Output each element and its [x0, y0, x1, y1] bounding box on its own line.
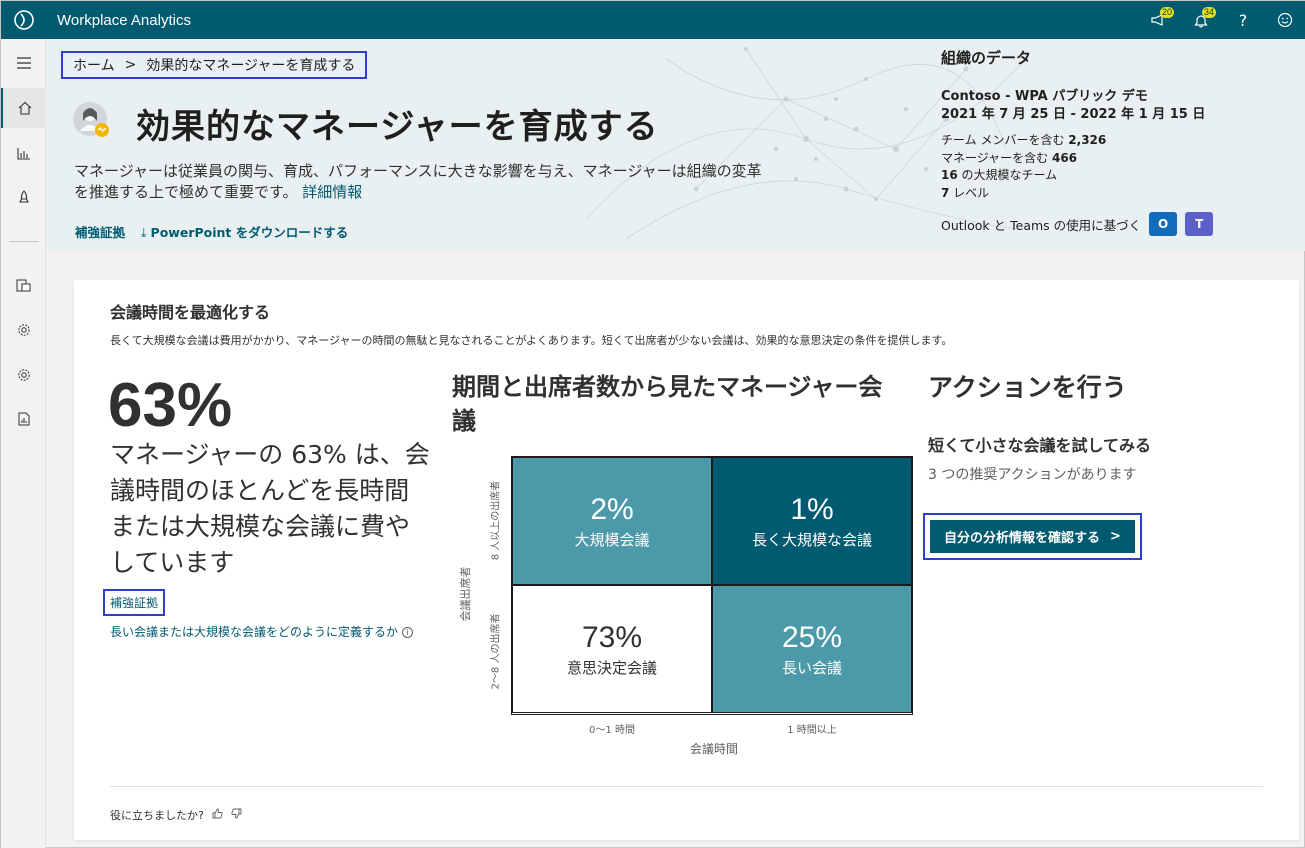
headline-percentage: 63% [108, 371, 233, 440]
org-stat-large-teams-label: の大規模なチーム [957, 168, 1058, 182]
matrix-title: 期間と出席者数から見たマネージャー会議 [452, 373, 883, 435]
view-insights-label: 自分の分析情報を確認する [944, 531, 1101, 546]
action-subtitle: 短くて小さな会議を試してみる [928, 436, 1152, 455]
cell-percentage: 25% [781, 620, 843, 654]
home-icon[interactable] [1, 88, 46, 128]
left-rail [1, 39, 46, 848]
learn-more-link[interactable]: 詳細情報 [302, 183, 362, 201]
teams-icon: T [1185, 212, 1214, 236]
org-stat-team-members-value: 2,326 [1068, 133, 1107, 147]
org-data-source: Outlook と Teams の使用に基づく O T [941, 212, 1281, 236]
y-tick-small: 2～8 人の出席者 [490, 613, 502, 690]
megaphone-icon[interactable]: 20 [1138, 1, 1180, 39]
download-powerpoint-link[interactable]: ⤓ PowerPoint をダウンロードする [141, 222, 348, 241]
org-name: Contoso - WPA パブリック デモ [941, 89, 1148, 104]
org-stat-team-members-label: チーム メンバーを含む [941, 133, 1069, 147]
org-stat-managers-value: 466 [1051, 150, 1078, 165]
org-date-range: 2021 年 7 月 25 日 - 2022 年 1 月 15 日 [941, 107, 1206, 122]
headline-text: マネージャーの 63% は、会議時間のほとんどを長時間または大規模な会議に費やし… [110, 440, 430, 577]
meeting-matrix: 2% 大規模会議 1% 長く大規模な会議 73% 意思決定会議 25% 長い会議 [511, 456, 913, 715]
help-glyph: ? [1238, 10, 1248, 30]
breadcrumb-separator: > [124, 57, 137, 73]
definition-link-text: 長い会議または大規模な会議をどのように定義するか [110, 625, 399, 639]
settings-icon[interactable] [1, 355, 46, 395]
app-title: Workplace Analytics [57, 11, 191, 29]
manager-avatar-icon [73, 102, 109, 137]
info-icon[interactable]: i [402, 627, 414, 638]
x-tick-short: 0～1 時間 [589, 725, 635, 736]
x-axis-title: 会議時間 [689, 742, 738, 756]
matrix-cell-decision: 73% 意思決定会議 [512, 585, 712, 713]
card-divider [110, 786, 1263, 787]
supporting-evidence-link[interactable]: 補強証拠 [75, 222, 125, 241]
notification-badge: 34 [1202, 7, 1217, 18]
action-count: 3 つの推奨アクションがあります [928, 467, 1137, 483]
cell-label: 長い会議 [781, 658, 842, 677]
app-logo-icon[interactable] [1, 1, 47, 39]
download-powerpoint-label: PowerPoint をダウンロードする [150, 225, 349, 240]
announcement-badge: 20 [1160, 7, 1175, 18]
matrix-cell-long: 25% 長い会議 [712, 585, 912, 713]
cell-percentage: 1% [790, 492, 834, 526]
matrix-cell-long-large: 1% 長く大規模な会議 [712, 457, 912, 585]
help-icon[interactable]: ? [1222, 1, 1264, 39]
cell-percentage: 2% [590, 492, 634, 526]
chart-icon[interactable] [1, 133, 46, 173]
action-title: アクションを行う [928, 373, 1127, 402]
data-icon[interactable] [1, 265, 46, 305]
org-data-panel: 組織のデータ Contoso - WPA パブリック デモ 2021 年 7 月… [941, 47, 1281, 236]
action-button-frame: 自分の分析情報を確認する > [923, 513, 1142, 560]
breadcrumb-home[interactable]: ホーム [73, 55, 115, 75]
insight-card: 会議時間を最適化する 長くて大規模な会議は費用がかかり、マネージャーの時間の無駄… [74, 280, 1299, 840]
thumbs-down-icon[interactable] [231, 808, 242, 822]
cell-label: 意思決定会議 [566, 658, 657, 677]
rocket-icon[interactable] [1, 177, 46, 217]
org-stat-large-teams-value: 16 [941, 168, 958, 182]
org-stat-team-members: チーム メンバーを含む 2,326 [941, 132, 1281, 150]
report-icon[interactable] [1, 399, 46, 439]
page-description-text: マネージャーは従業員の関与、育成、パフォーマンスに大きな影響を与え、マネージャー… [74, 162, 762, 201]
cell-label: 大規模会議 [574, 530, 650, 549]
org-stat-large-teams: 16 の大規模なチーム [941, 167, 1281, 185]
x-tick-long: 1 時間以上 [787, 725, 837, 736]
y-axis-title: 会議出席者 [459, 566, 472, 622]
page-title: 効果的なマネージャーを育成する [136, 107, 659, 147]
top-bar: Workplace Analytics 20 34 ? [1, 1, 1305, 39]
cell-label: 長く大規模な会議 [751, 530, 872, 549]
view-insights-button[interactable]: 自分の分析情報を確認する > [930, 520, 1135, 553]
gear-icon[interactable] [1, 310, 46, 350]
org-stat-managers-label: マネージャーを含む [941, 150, 1052, 165]
org-stat-levels: 7 レベル [941, 185, 1281, 203]
org-stat-levels-label: レベル [949, 185, 990, 200]
page-description: マネージャーは従業員の関与、育成、パフォーマンスに大きな影響を与え、マネージャー… [74, 161, 764, 203]
smiley-icon[interactable] [1264, 1, 1305, 39]
y-tick-large: 8 人以上の出席者 [490, 480, 502, 561]
breadcrumb-current: 効果的なマネージャーを育成する [146, 58, 356, 74]
org-data-source-text: Outlook と Teams の使用に基づく [941, 217, 1142, 233]
definition-link[interactable]: 長い会議または大規模な会議をどのように定義するか i [110, 623, 414, 640]
thumbs-up-icon[interactable] [212, 808, 223, 822]
chevron-right-icon: > [1110, 529, 1121, 544]
outlook-icon: O [1149, 212, 1178, 236]
feedback-label: 役に立ちましたか? [110, 809, 204, 822]
rail-divider [9, 241, 39, 242]
breadcrumb: ホーム > 効果的なマネージャーを育成する [61, 51, 368, 79]
bell-icon[interactable]: 34 [1180, 1, 1222, 39]
card-evidence-link[interactable]: 補強証拠 [103, 589, 166, 616]
matrix-cell-large: 2% 大規模会議 [512, 457, 712, 585]
org-data-title: 組織のデータ [941, 49, 1032, 67]
card-description: 長くて大規模な会議は費用がかかり、マネージャーの時間の無駄と見なされることがよく… [110, 334, 953, 347]
org-stat-managers: マネージャーを含む 466 [941, 150, 1281, 168]
hamburger-icon[interactable] [1, 43, 46, 83]
page-header: ホーム > 効果的なマネージャーを育成する 効果的なマネージャーを育成する マネ… [46, 39, 1305, 251]
feedback-row: 役に立ちましたか? [110, 807, 242, 823]
cell-percentage: 73% [581, 620, 643, 654]
download-icon: ⤓ [141, 225, 147, 240]
header-links: 補強証拠 ⤓ PowerPoint をダウンロードする [75, 222, 348, 241]
card-title: 会議時間を最適化する [110, 303, 271, 322]
